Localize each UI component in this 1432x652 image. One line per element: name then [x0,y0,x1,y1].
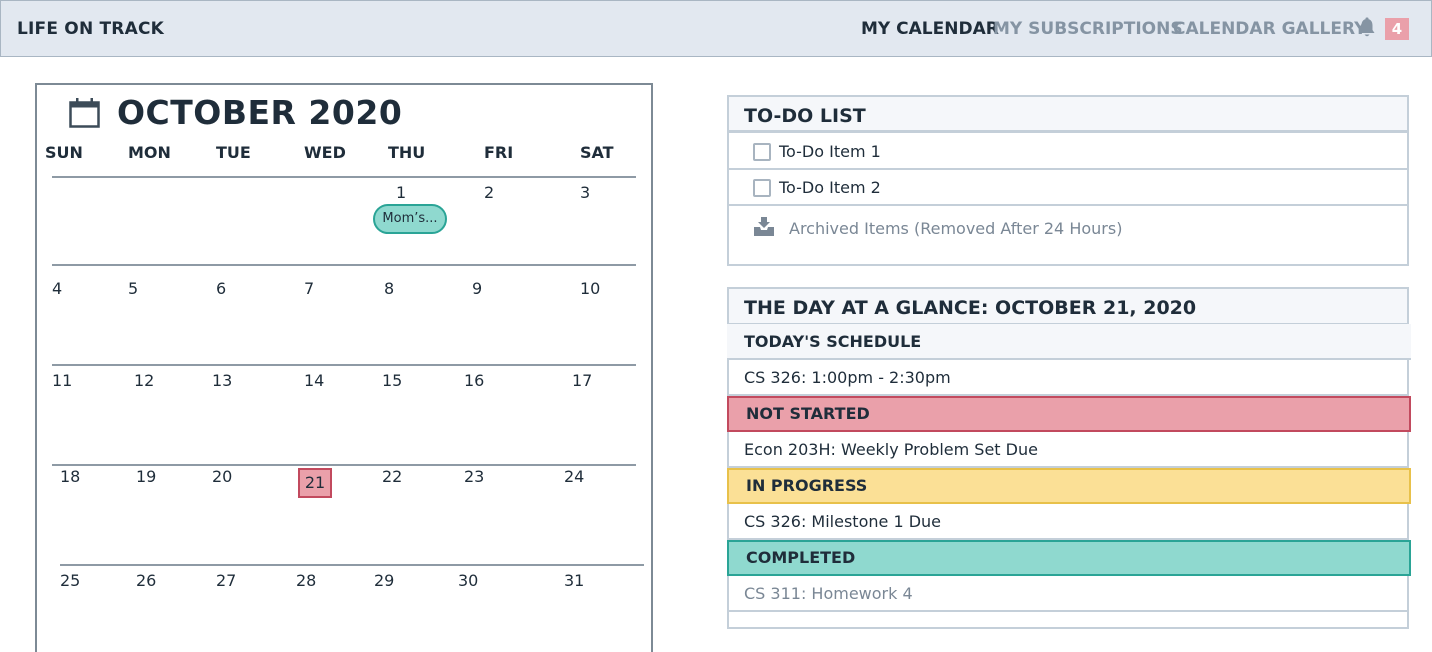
not-started-item[interactable]: Econ 203H: Weekly Problem Set Due [729,432,1407,468]
weekday-sat: SAT [580,143,614,162]
todo-list-title: TO-DO LIST [744,105,866,127]
day-cell[interactable]: 10 [580,279,600,298]
day-cell[interactable]: 14 [304,371,324,390]
event-pill[interactable]: Mom’s... [373,204,447,234]
day-cell[interactable]: 11 [52,371,72,390]
day-cell[interactable]: 18 [60,467,80,486]
glance-title: THE DAY AT A GLANCE: OCTOBER 21, 2020 [744,297,1197,319]
weekday-mon: MON [128,143,171,162]
day-cell[interactable]: 1 [396,183,406,202]
day-cell[interactable]: 28 [296,571,316,590]
in-progress-section-header: IN PROGRESS [727,468,1411,504]
not-started-section-title: NOT STARTED [746,404,870,423]
day-cell[interactable]: 5 [128,279,138,298]
today-day-cell[interactable]: 21 [298,468,332,498]
day-cell[interactable]: 26 [136,571,156,590]
archived-items-label: Archived Items (Removed After 24 Hours) [789,219,1123,238]
in-progress-section-title: IN PROGRESS [746,476,868,495]
day-cell[interactable]: 3 [580,183,590,202]
nav-my-subscriptions[interactable]: MY SUBSCRIPTIONS [993,19,1183,39]
month-calendar: OCTOBER 2020 SUN MON TUE WED THU FRI SAT… [35,83,653,652]
todo-item[interactable]: To-Do Item 2 [729,170,1407,206]
day-cell[interactable]: 22 [382,467,402,486]
day-cell[interactable]: 8 [384,279,394,298]
not-started-section-header: NOT STARTED [727,396,1411,432]
day-at-a-glance-panel: THE DAY AT A GLANCE: OCTOBER 21, 2020 TO… [727,287,1411,629]
archive-tray-icon [753,217,775,237]
glance-header: THE DAY AT A GLANCE: OCTOBER 21, 2020 [729,289,1407,325]
schedule-item[interactable]: CS 326: 1:00pm - 2:30pm [729,360,1407,396]
schedule-item-label: CS 326: 1:00pm - 2:30pm [744,368,951,387]
nav-my-calendar[interactable]: MY CALENDAR [861,19,999,39]
completed-item-label: CS 311: Homework 4 [744,584,913,603]
week-divider [52,264,636,266]
day-cell[interactable]: 25 [60,571,80,590]
in-progress-item[interactable]: CS 326: Milestone 1 Due [729,504,1407,540]
todo-item-label: To-Do Item 1 [779,142,881,161]
archived-items-link[interactable]: Archived Items (Removed After 24 Hours) [729,217,1407,241]
weekday-tue: TUE [216,143,251,162]
weekday-fri: FRI [484,143,514,162]
day-cell[interactable]: 17 [572,371,592,390]
day-cell[interactable]: 15 [382,371,402,390]
todo-checkbox[interactable] [753,179,771,197]
weekday-wed: WED [304,143,346,162]
bell-icon[interactable] [1358,17,1376,39]
weekday-sun: SUN [45,143,83,162]
day-cell[interactable]: 29 [374,571,394,590]
completed-section-title: COMPLETED [746,548,856,567]
day-cell[interactable]: 9 [472,279,482,298]
day-cell[interactable]: 16 [464,371,484,390]
todo-item[interactable]: To-Do Item 1 [729,133,1407,170]
day-cell[interactable]: 4 [52,279,62,298]
todo-checkbox[interactable] [753,143,771,161]
day-cell[interactable]: 27 [216,571,236,590]
nav-calendar-gallery[interactable]: CALENDAR GALLERY [1173,19,1366,39]
day-cell[interactable]: 6 [216,279,226,298]
weekday-thu: THU [388,143,426,162]
schedule-section-header: TODAY'S SCHEDULE [727,324,1411,360]
day-cell[interactable]: 13 [212,371,232,390]
completed-item[interactable]: CS 311: Homework 4 [729,576,1407,612]
notification-count-badge[interactable]: 4 [1385,18,1409,40]
day-cell[interactable]: 2 [484,183,494,202]
month-title: OCTOBER 2020 [117,93,403,132]
day-cell[interactable]: 7 [304,279,314,298]
week-divider [52,364,636,366]
not-started-item-label: Econ 203H: Weekly Problem Set Due [744,440,1038,459]
top-navigation-bar: LIFE ON TRACK MY CALENDAR MY SUBSCRIPTIO… [0,0,1432,57]
todo-item-label: To-Do Item 2 [779,178,881,197]
day-cell[interactable]: 30 [458,571,478,590]
week-divider [52,464,636,466]
day-cell[interactable]: 23 [464,467,484,486]
schedule-section-title: TODAY'S SCHEDULE [744,332,922,351]
brand-title[interactable]: LIFE ON TRACK [17,19,164,39]
in-progress-item-label: CS 326: Milestone 1 Due [744,512,942,531]
calendar-icon [69,98,100,128]
completed-section-header: COMPLETED [727,540,1411,576]
day-cell[interactable]: 19 [136,467,156,486]
todo-list-panel: TO-DO LIST To-Do Item 1 To-Do Item 2 Arc… [727,95,1409,266]
day-cell[interactable]: 12 [134,371,154,390]
week-divider [60,564,644,566]
todo-list-header: TO-DO LIST [729,97,1407,133]
week-divider [52,176,636,178]
day-cell[interactable]: 31 [564,571,584,590]
day-cell[interactable]: 24 [564,467,584,486]
day-cell[interactable]: 20 [212,467,232,486]
